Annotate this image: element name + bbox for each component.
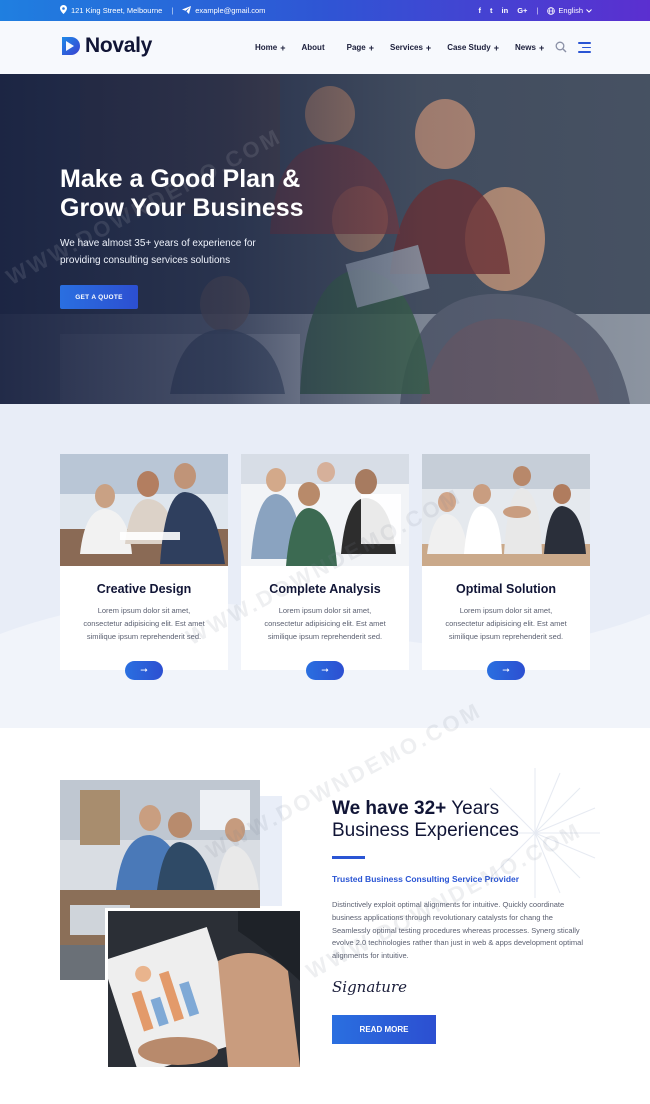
- site-header: Novaly Home + About Page + Services + Case …: [0, 21, 650, 74]
- description-line: similique ipsum reprehenderit sed.: [267, 632, 383, 641]
- nav-item-home[interactable]: Home +: [255, 43, 286, 53]
- about-section: We have 32+ Years Business Experiences T…: [0, 697, 650, 1104]
- facebook-icon[interactable]: f: [479, 6, 482, 15]
- service-image: [422, 454, 590, 566]
- description-line: consectetur adipisicing elit. Est amet: [83, 619, 205, 628]
- plus-icon: +: [280, 42, 286, 53]
- nav-label: Page: [346, 43, 366, 52]
- get-a-quote-button[interactable]: GET A QUOTE: [60, 285, 138, 309]
- signature: Signature: [332, 978, 408, 996]
- nav-label: Services: [390, 43, 423, 52]
- description-line: similique ipsum reprehenderit sed.: [86, 632, 202, 641]
- nav-item-news[interactable]: News +: [515, 43, 544, 53]
- about-subheading: Trusted Business Consulting Service Prov…: [332, 874, 520, 884]
- contact-info: 121 King Street, Melbourne | example@gma…: [60, 0, 265, 21]
- service-card: Complete Analysis Lorem ipsum dolor sit …: [241, 454, 409, 680]
- about-paragraph: Distinctively exploit optimal alignments…: [332, 900, 583, 961]
- plus-icon: +: [493, 42, 500, 53]
- plus-icon: +: [368, 42, 374, 53]
- description-line: consectetur adipisicing elit. Est amet: [264, 619, 386, 628]
- nav-item-page[interactable]: Page +: [347, 43, 374, 53]
- arrow-right-button[interactable]: ➞: [306, 661, 344, 680]
- service-image: [241, 454, 409, 566]
- nav-label: About: [301, 43, 325, 52]
- hero-title-line: Make a Good Plan &: [60, 165, 301, 193]
- description-line: Lorem ipsum dolor sit amet,: [97, 606, 191, 615]
- linkedin-icon[interactable]: in: [502, 6, 509, 15]
- heading-line: Business Experiences: [332, 820, 519, 841]
- main-nav: Home + About Page + Services + Case Study + …: [255, 21, 560, 74]
- nav-label: News: [515, 43, 536, 52]
- divider: |: [171, 6, 174, 15]
- logo-text: Novaly: [85, 34, 153, 57]
- nav-item-about[interactable]: About: [302, 43, 325, 52]
- service-image: [60, 454, 228, 566]
- divider: |: [536, 6, 539, 15]
- chevron-down-icon: [586, 8, 592, 13]
- language-selector[interactable]: English: [547, 6, 592, 15]
- hero-subtitle-line: We have almost 35+ years of experience f…: [60, 238, 256, 249]
- address-text: 121 King Street, Melbourne: [71, 6, 163, 15]
- nav-item-services[interactable]: Services +: [390, 43, 431, 53]
- nav-label: Case Study: [447, 43, 491, 52]
- top-bar: 121 King Street, Melbourne | example@gma…: [0, 0, 650, 21]
- service-title: Creative Design: [96, 582, 192, 596]
- service-title: Complete Analysis: [269, 582, 381, 596]
- services-section: Creative Design Lorem ipsum dolor sit am…: [0, 404, 650, 728]
- service-description: Lorem ipsum dolor sit amet, consectetur …: [432, 604, 580, 643]
- hero-subtitle: We have almost 35+ years of experience f…: [60, 235, 300, 269]
- hero-title: Make a Good Plan & Grow Your Business: [60, 165, 360, 223]
- nav-label: Home: [255, 43, 278, 52]
- plus-icon: +: [425, 42, 432, 53]
- paper-plane-icon: [182, 5, 192, 16]
- globe-icon: [547, 6, 556, 15]
- service-description: Lorem ipsum dolor sit amet, consectetur …: [70, 604, 218, 643]
- service-description: Lorem ipsum dolor sit amet, consectetur …: [251, 604, 399, 643]
- hero-section: WWW.DOWNDEMO.COM Make a Good Plan & Grow…: [0, 74, 650, 404]
- hamburger-menu-icon[interactable]: [578, 42, 591, 53]
- nav-item-case-study[interactable]: Case Study +: [447, 43, 499, 53]
- heading-underline: [332, 856, 365, 859]
- google-plus-icon[interactable]: G+: [517, 6, 527, 15]
- about-image-tablet: [105, 908, 303, 1070]
- description-line: Lorem ipsum dolor sit amet,: [278, 606, 372, 615]
- description-line: consectetur adipisicing elit. Est amet: [445, 619, 567, 628]
- heading-rest: Years: [446, 798, 500, 819]
- service-card: Creative Design Lorem ipsum dolor sit am…: [60, 454, 228, 680]
- read-more-button[interactable]: READ MORE: [332, 1015, 436, 1044]
- social-links: f t in G+: [479, 6, 528, 15]
- about-heading: We have 32+ Years Business Experiences: [332, 798, 519, 842]
- logo[interactable]: Novaly: [60, 34, 152, 58]
- heading-bold: We have 32+: [332, 798, 447, 819]
- hero-subtitle-line: providing consulting services solutions: [60, 255, 231, 266]
- arrow-right-button[interactable]: ➞: [487, 661, 525, 680]
- twitter-icon[interactable]: t: [490, 6, 493, 15]
- description-line: similique ipsum reprehenderit sed.: [448, 632, 564, 641]
- language-label: English: [558, 6, 583, 15]
- email-link[interactable]: example@gmail.com: [195, 6, 265, 15]
- service-title: Optimal Solution: [456, 582, 556, 596]
- description-line: Lorem ipsum dolor sit amet,: [459, 606, 553, 615]
- logo-mark-icon: [62, 37, 80, 55]
- hero-title-line: Grow Your Business: [60, 194, 304, 222]
- location-icon: [60, 5, 67, 16]
- topbar-right: f t in G+ | English: [479, 0, 592, 21]
- service-card: Optimal Solution Lorem ipsum dolor sit a…: [422, 454, 590, 680]
- arrow-right-button[interactable]: ➞: [125, 661, 163, 680]
- plus-icon: +: [538, 42, 545, 53]
- search-icon[interactable]: [555, 41, 567, 53]
- decorative-box: [260, 796, 282, 906]
